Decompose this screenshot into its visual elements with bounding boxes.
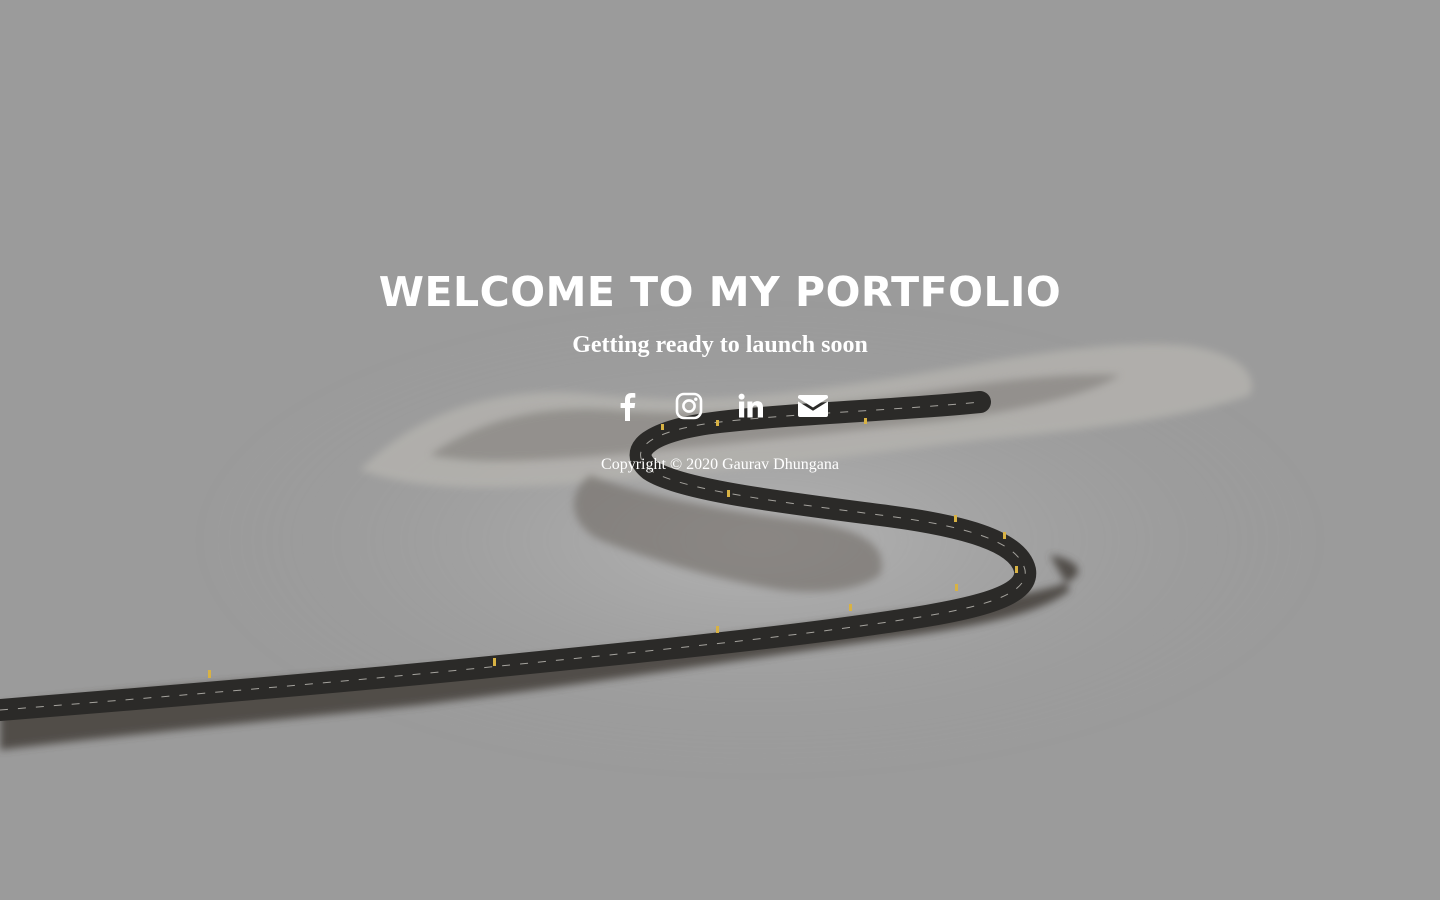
- facebook-link[interactable]: [605, 384, 649, 428]
- page-title: WELCOME TO MY PORTFOLIO: [378, 268, 1062, 316]
- copyright-text: Copyright © 2020 Gaurav Dhungana: [601, 456, 839, 473]
- page-subtitle: Getting ready to launch soon: [572, 332, 868, 358]
- hero-section: WELCOME TO MY PORTFOLIO Getting ready to…: [0, 0, 1440, 900]
- linkedin-link[interactable]: [729, 384, 773, 428]
- social-links: [605, 384, 835, 428]
- facebook-icon: [620, 393, 636, 421]
- instagram-icon: [675, 392, 703, 420]
- envelope-icon: [798, 395, 828, 417]
- email-link[interactable]: [791, 384, 835, 428]
- instagram-link[interactable]: [667, 384, 711, 428]
- linkedin-icon: [738, 393, 763, 418]
